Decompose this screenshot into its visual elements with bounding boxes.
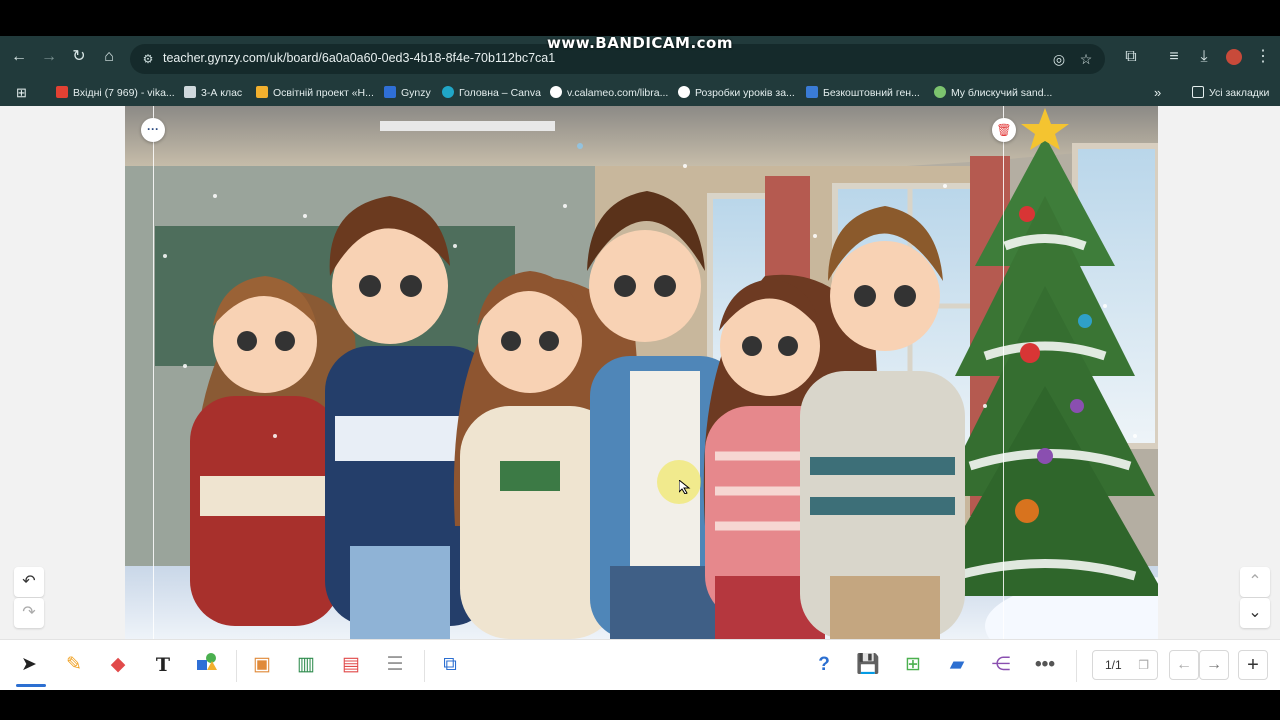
canva-icon — [442, 86, 454, 99]
apps-grid-icon[interactable]: ⊞ — [16, 84, 27, 102]
pen-icon[interactable]: ✎ — [61, 652, 87, 678]
add-page-button[interactable]: + — [1238, 650, 1268, 680]
pages-icon: ❐ — [1138, 658, 1149, 672]
list-icon[interactable]: ☰ — [382, 652, 408, 678]
undo-button[interactable]: ↶ — [14, 567, 44, 597]
bookmark-generator[interactable]: Безкоштовний ген... — [806, 84, 920, 102]
gynzy-icon — [384, 86, 396, 99]
scroll-up-button[interactable]: ⌃ — [1240, 567, 1270, 597]
bookmarks-bar: ⊞ Вхідні (7 969) - vika... 3-А клас Осві… — [0, 80, 1280, 106]
save-icon[interactable]: 💾 — [855, 652, 881, 678]
text-tool-icon[interactable]: T — [150, 652, 176, 678]
mouse-cursor-icon — [679, 480, 691, 494]
library-icon[interactable]: ▣ — [249, 652, 275, 678]
folder-icon — [1192, 86, 1204, 99]
more-options-icon[interactable]: ••• — [1032, 652, 1058, 678]
page-counter[interactable]: 1/1 ❐ — [1092, 650, 1158, 680]
star-icon[interactable]: ☆ — [1077, 50, 1095, 68]
bookmark-canva[interactable]: Головна – Canva — [442, 84, 541, 102]
bookmark-lessons[interactable]: Розробки уроків за... — [678, 84, 795, 102]
generator-icon — [806, 86, 818, 99]
shapes-icon[interactable] — [194, 652, 220, 678]
page-counter-text: 1/1 — [1105, 658, 1122, 672]
next-page-button[interactable]: → — [1199, 650, 1229, 680]
project-icon — [256, 86, 268, 99]
lessons-icon — [678, 86, 690, 99]
eye-off-icon[interactable]: ◎ — [1050, 50, 1068, 68]
element-options-button[interactable]: ··· — [141, 118, 165, 142]
toolbar-divider — [424, 650, 425, 682]
sandbox-icon — [934, 86, 946, 99]
toolbar-divider — [236, 650, 237, 682]
share-icon[interactable]: ⋲ — [988, 652, 1014, 678]
bookmark-class[interactable]: 3-А клас — [184, 84, 242, 102]
gynzy-page: ··· 🗑 ↶ ↷ ⌃ ⌄ ➤ ✎ ◆ T ▣ ▥ ▤ ☰ ⧉ ? 💾 ⊞ ▰ … — [0, 106, 1280, 690]
classroom-icon — [184, 86, 196, 99]
add-image-icon[interactable]: ⊞ — [900, 652, 926, 678]
delete-element-button[interactable]: 🗑 — [992, 118, 1016, 142]
gmail-icon — [56, 86, 68, 99]
selection-edge-right[interactable] — [1003, 106, 1004, 639]
board-toolbar: ➤ ✎ ◆ T ▣ ▥ ▤ ☰ ⧉ ? 💾 ⊞ ▰ ⋲ ••• 1/1 ❐ ← →… — [0, 639, 1280, 690]
url-text[interactable]: teacher.gynzy.com/uk/board/6a0a0a60-0ed3… — [163, 51, 555, 65]
books-icon[interactable]: ▥ — [293, 652, 319, 678]
letterbox-top — [0, 0, 1280, 36]
bookmark-sandbox[interactable]: My блискучий sand... — [934, 84, 1052, 102]
calameo-icon — [550, 86, 562, 99]
scroll-down-button[interactable]: ⌄ — [1240, 598, 1270, 628]
site-settings-icon[interactable]: ⚙ — [140, 51, 156, 67]
active-tool-indicator — [16, 684, 46, 687]
toolbar-divider — [1076, 650, 1077, 682]
letterbox-bottom — [0, 690, 1280, 720]
recorder-watermark: www.BANDICAM.com — [546, 34, 733, 52]
screen-share-icon[interactable]: ⧉ — [437, 652, 463, 678]
bookmark-gmail[interactable]: Вхідні (7 969) - vika... — [56, 84, 175, 102]
bookmark-gynzy[interactable]: Gynzy — [384, 84, 431, 102]
selection-edge-left[interactable] — [153, 106, 154, 639]
media-icon[interactable]: ▤ — [338, 652, 364, 678]
pointer-icon[interactable]: ➤ — [16, 652, 42, 678]
redo-button[interactable]: ↷ — [14, 598, 44, 628]
open-folder-icon[interactable]: ▰ — [944, 652, 970, 678]
bookmark-calameo[interactable]: v.calameo.com/libra... — [550, 84, 668, 102]
previous-page-button[interactable]: ← — [1169, 650, 1199, 680]
more-bookmarks-icon[interactable]: » — [1154, 84, 1161, 102]
eraser-icon[interactable]: ◆ — [105, 652, 131, 678]
help-icon[interactable]: ? — [811, 652, 837, 678]
bookmark-project[interactable]: Освітній проект «Н... — [256, 84, 374, 102]
all-bookmarks[interactable]: Усі закладки — [1192, 84, 1269, 102]
